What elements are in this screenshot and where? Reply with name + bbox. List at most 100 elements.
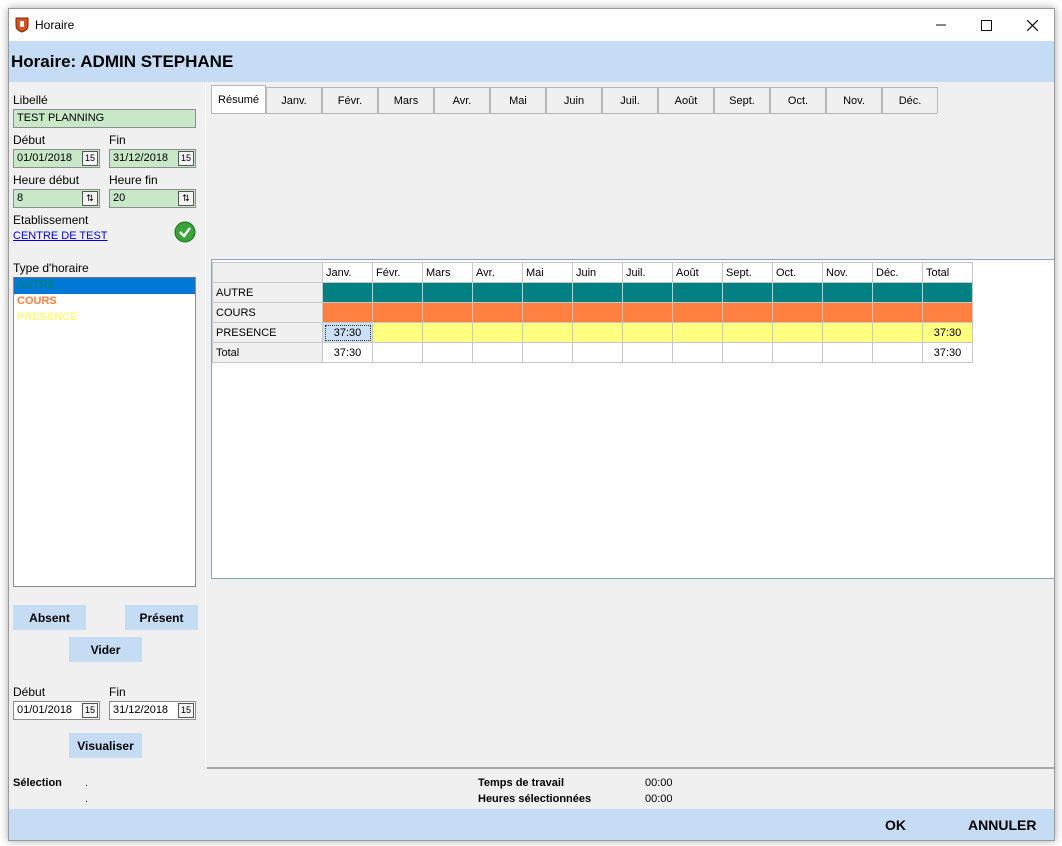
- column-header[interactable]: Août: [672, 262, 723, 283]
- grid-cell[interactable]: [872, 282, 923, 303]
- tab-aout[interactable]: Août: [658, 87, 714, 113]
- close-button[interactable]: [1009, 9, 1054, 41]
- calendar-icon[interactable]: 15: [82, 703, 98, 718]
- tab-juin[interactable]: Juin: [546, 87, 602, 113]
- grid-cell[interactable]: [622, 282, 673, 303]
- grid-cell[interactable]: [772, 342, 823, 363]
- column-header[interactable]: Mai: [522, 262, 573, 283]
- range-debut-input[interactable]: 01/01/2018 15: [13, 701, 100, 720]
- grid-cell-total[interactable]: 37:30: [922, 342, 973, 363]
- tab-mars[interactable]: Mars: [378, 87, 434, 113]
- heure-fin-stepper[interactable]: 20 ⇅: [109, 189, 196, 208]
- row-header[interactable]: COURS: [212, 302, 323, 323]
- grid-cell[interactable]: [372, 282, 423, 303]
- grid-cell[interactable]: [472, 322, 523, 343]
- column-header[interactable]: Févr.: [372, 262, 423, 283]
- column-header[interactable]: Déc.: [872, 262, 923, 283]
- column-header[interactable]: Total: [922, 262, 973, 283]
- grid-cell[interactable]: [722, 302, 773, 323]
- tab-nov[interactable]: Nov.: [826, 87, 882, 113]
- grid-cell[interactable]: [422, 322, 473, 343]
- grid-cell[interactable]: [822, 302, 873, 323]
- grid-cell[interactable]: [872, 342, 923, 363]
- grid-cell[interactable]: [922, 282, 973, 303]
- tab-oct[interactable]: Oct.: [770, 87, 826, 113]
- list-item-presence[interactable]: PRESENCE: [14, 310, 195, 326]
- grid-cell[interactable]: [422, 302, 473, 323]
- grid-cell[interactable]: [372, 322, 423, 343]
- type-horaire-list[interactable]: AUTRE COURS PRESENCE: [13, 277, 196, 587]
- grid-cell[interactable]: [722, 322, 773, 343]
- check-icon[interactable]: [174, 221, 196, 243]
- list-item-autre[interactable]: AUTRE: [14, 278, 195, 294]
- grid-cell[interactable]: [572, 282, 623, 303]
- grid-cell[interactable]: [522, 322, 573, 343]
- grid-cell[interactable]: [772, 322, 823, 343]
- tab-janv[interactable]: Janv.: [266, 87, 322, 113]
- grid-cell[interactable]: [422, 342, 473, 363]
- grid-cell[interactable]: [522, 282, 573, 303]
- grid-cell[interactable]: [622, 322, 673, 343]
- row-header[interactable]: AUTRE: [212, 282, 323, 303]
- vider-button[interactable]: Vider: [69, 637, 142, 662]
- etablissement-link[interactable]: CENTRE DE TEST: [13, 230, 108, 242]
- spin-arrows-icon[interactable]: ⇅: [178, 191, 194, 206]
- grid-cell[interactable]: [372, 342, 423, 363]
- tab-resume[interactable]: Résumé: [211, 85, 266, 114]
- grid-cell[interactable]: [822, 282, 873, 303]
- grid-cell[interactable]: [472, 282, 523, 303]
- grid-cell[interactable]: [472, 342, 523, 363]
- grid-cell-selected[interactable]: 37:30: [322, 322, 373, 343]
- grid-cell[interactable]: [622, 302, 673, 323]
- tab-juil[interactable]: Juil.: [602, 87, 658, 113]
- grid-cell[interactable]: [722, 282, 773, 303]
- present-button[interactable]: Présent: [125, 605, 198, 630]
- grid-cell[interactable]: [772, 302, 823, 323]
- grid-cell[interactable]: [672, 282, 723, 303]
- grid-cell[interactable]: [372, 302, 423, 323]
- grid-cell[interactable]: [622, 342, 673, 363]
- tab-mai[interactable]: Mai: [490, 87, 546, 113]
- column-header[interactable]: Oct.: [772, 262, 823, 283]
- debut-date-input[interactable]: 01/01/2018 15: [13, 149, 100, 168]
- annuler-button[interactable]: ANNULER: [968, 817, 1036, 833]
- row-header[interactable]: PRESENCE: [212, 322, 323, 343]
- absent-button[interactable]: Absent: [13, 605, 86, 630]
- grid-cell[interactable]: [772, 282, 823, 303]
- row-header[interactable]: Total: [212, 342, 323, 363]
- column-header[interactable]: Avr.: [472, 262, 523, 283]
- grid-cell-total[interactable]: 37:30: [922, 322, 973, 343]
- column-header[interactable]: Juil.: [622, 262, 673, 283]
- grid-cell[interactable]: [322, 282, 373, 303]
- grid-cell[interactable]: [672, 342, 723, 363]
- grid-cell[interactable]: [722, 342, 773, 363]
- grid-cell[interactable]: [322, 302, 373, 323]
- tab-dec[interactable]: Déc.: [882, 87, 938, 113]
- list-item-cours[interactable]: COURS: [14, 294, 195, 310]
- visualiser-button[interactable]: Visualiser: [69, 733, 142, 758]
- grid-cell[interactable]: [522, 302, 573, 323]
- grid-cell[interactable]: [572, 302, 623, 323]
- grid-cell[interactable]: [822, 342, 873, 363]
- calendar-icon[interactable]: 15: [178, 703, 194, 718]
- column-header[interactable]: Mars: [422, 262, 473, 283]
- grid-cell[interactable]: [422, 282, 473, 303]
- ok-button[interactable]: OK: [885, 817, 906, 833]
- minimize-button[interactable]: [918, 9, 964, 41]
- grid-cell[interactable]: [872, 302, 923, 323]
- libelle-input[interactable]: TEST PLANNING: [13, 109, 196, 128]
- grid-cell[interactable]: [872, 322, 923, 343]
- heure-debut-stepper[interactable]: 8 ⇅: [13, 189, 100, 208]
- fin-date-input[interactable]: 31/12/2018 15: [109, 149, 196, 168]
- tab-sept[interactable]: Sept.: [714, 87, 770, 113]
- grid-cell[interactable]: 37:30: [322, 342, 373, 363]
- column-header[interactable]: Juin: [572, 262, 623, 283]
- grid-cell[interactable]: [472, 302, 523, 323]
- grid-cell[interactable]: [572, 322, 623, 343]
- tab-avr[interactable]: Avr.: [434, 87, 490, 113]
- column-header[interactable]: Sept.: [722, 262, 773, 283]
- grid-cell[interactable]: [572, 342, 623, 363]
- range-fin-input[interactable]: 31/12/2018 15: [109, 701, 196, 720]
- grid-cell[interactable]: [672, 302, 723, 323]
- calendar-icon[interactable]: 15: [82, 151, 98, 166]
